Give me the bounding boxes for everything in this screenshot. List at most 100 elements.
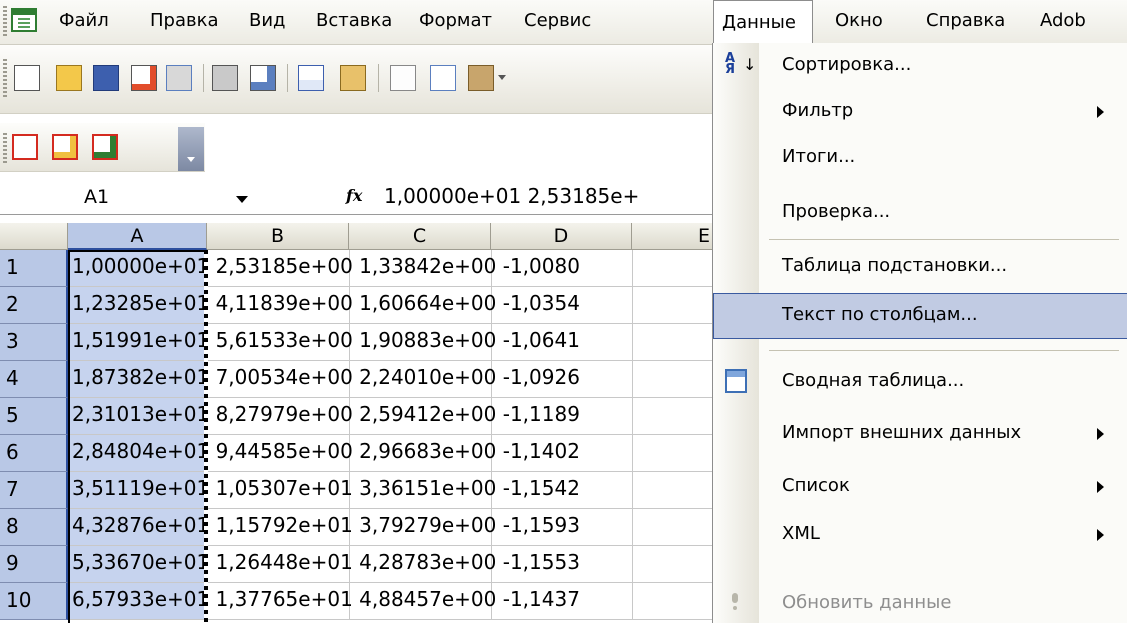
menu-item-subtotals[interactable]: Итоги... <box>713 135 1127 181</box>
copy-icon[interactable] <box>430 65 456 91</box>
spelling-icon[interactable] <box>298 65 324 91</box>
print-icon[interactable] <box>212 65 238 91</box>
submenu-arrow-icon <box>1097 529 1104 541</box>
toolbar-options-arrow-icon <box>187 157 195 162</box>
toolbar-separator <box>378 64 379 92</box>
menu-item-label: Фильтр <box>782 100 854 121</box>
menu-item-refresh-data[interactable]: Обновить данные <box>713 581 1127 627</box>
convert-and-review-pdf-icon[interactable] <box>92 134 118 160</box>
research-icon[interactable] <box>340 65 366 91</box>
table-row: 5,33670e+01 1,26448e+01 4,28783e+00 -1,1… <box>68 546 713 583</box>
row-cells-text[interactable]: 6,57933e+01 1,37765e+01 4,88457e+00 -1,1… <box>72 587 580 611</box>
row-header[interactable]: 2 <box>0 287 68 324</box>
menu-separator <box>769 350 1119 351</box>
table-row: 3,51119e+01 1,05307e+01 3,36151e+00 -1,1… <box>68 472 713 509</box>
name-box[interactable]: A1 <box>0 182 196 212</box>
open-folder-icon[interactable] <box>56 65 82 91</box>
menu-tools[interactable]: Сервис <box>524 10 591 31</box>
copy-marquee <box>204 250 208 623</box>
paste-dropdown-arrow-icon[interactable] <box>498 75 506 80</box>
toolbar-grip[interactable] <box>3 59 7 99</box>
row-cells-text[interactable]: 1,00000e+01 2,53185e+00 1,33842e+00 -1,0… <box>72 254 580 278</box>
column-header-b[interactable]: B <box>207 223 349 250</box>
row-cells-text[interactable]: 2,84804e+01 9,44585e+00 2,96683e+00 -1,1… <box>72 439 580 463</box>
insert-function-icon[interactable]: fx <box>346 186 362 205</box>
menu-adobe-pdf[interactable]: Adob <box>1040 10 1086 31</box>
menu-help[interactable]: Справка <box>926 10 1005 31</box>
row-header[interactable]: 8 <box>0 509 68 546</box>
toolbar-separator <box>203 64 204 92</box>
menu-item-data-table[interactable]: Таблица подстановки... <box>713 244 1127 290</box>
menubar-grip[interactable] <box>3 6 7 36</box>
row-header[interactable]: 6 <box>0 435 68 472</box>
menu-item-label: Итоги... <box>782 146 856 167</box>
menu-item-list[interactable]: Список <box>713 464 1127 510</box>
menu-item-pivot-table[interactable]: Сводная таблица... <box>713 359 1127 405</box>
new-document-icon[interactable] <box>14 65 40 91</box>
save-icon[interactable] <box>93 65 119 91</box>
menu-window[interactable]: Окно <box>835 10 883 31</box>
row-header[interactable]: 5 <box>0 398 68 435</box>
excel-workbook-icon[interactable] <box>11 8 37 32</box>
menu-item-sort[interactable]: АЯ ↓ Сортировка... <box>713 43 1127 89</box>
permission-icon[interactable] <box>131 65 157 91</box>
formula-bar: A1 fx 1,00000e+01 2,53185e+ <box>0 180 713 215</box>
print-preview-icon[interactable] <box>250 65 276 91</box>
menu-format[interactable]: Формат <box>419 10 492 31</box>
row-cells-text[interactable]: 2,31013e+01 8,27979e+00 2,59412e+00 -1,1… <box>72 402 580 426</box>
table-row: 1,00000e+01 2,53185e+00 1,33842e+00 -1,0… <box>68 250 713 287</box>
table-row: 6,57933e+01 1,37765e+01 4,88457e+00 -1,1… <box>68 583 713 620</box>
row-cells-text[interactable]: 1,23285e+01 4,11839e+00 1,60664e+00 -1,0… <box>72 291 580 315</box>
toolbar-options-button[interactable] <box>178 127 204 171</box>
menu-item-import-external-data[interactable]: Импорт внешних данных <box>713 411 1127 457</box>
menu-item-label: Таблица подстановки... <box>782 255 1008 276</box>
menu-item-filter[interactable]: Фильтр <box>713 89 1127 135</box>
menu-item-label: Сортировка... <box>782 54 912 75</box>
menu-item-xml[interactable]: XML <box>713 512 1127 558</box>
row-header[interactable]: 10 <box>0 583 68 620</box>
convert-and-email-pdf-icon[interactable] <box>52 134 78 160</box>
submenu-arrow-icon <box>1097 428 1104 440</box>
row-cells-text[interactable]: 4,32876e+01 1,15792e+01 3,79279e+00 -1,1… <box>72 513 580 537</box>
paste-icon[interactable] <box>468 65 494 91</box>
row-cells-text[interactable]: 5,33670e+01 1,26448e+01 4,28783e+00 -1,1… <box>72 550 580 574</box>
name-box-dropdown-icon[interactable] <box>236 196 248 203</box>
select-all-corner[interactable] <box>0 223 68 250</box>
pdf-toolbar-grip[interactable] <box>3 133 7 163</box>
row-header[interactable]: 1 <box>0 250 68 287</box>
menu-item-text-to-columns[interactable]: Текст по столбцам... <box>713 293 1127 339</box>
sort-arrow-icon: ↓ <box>743 55 757 74</box>
column-header-d[interactable]: D <box>491 223 632 250</box>
row-header[interactable]: 9 <box>0 546 68 583</box>
cut-icon[interactable] <box>390 65 416 91</box>
column-header-e[interactable]: E <box>632 223 713 250</box>
table-row: 4,32876e+01 1,15792e+01 3,79279e+00 -1,1… <box>68 509 713 546</box>
row-cells-text[interactable]: 1,51991e+01 5,61533e+00 1,90883e+00 -1,0… <box>72 328 580 352</box>
table-row: 1,23285e+01 4,11839e+00 1,60664e+00 -1,0… <box>68 287 713 324</box>
menu-view[interactable]: Вид <box>249 10 286 31</box>
table-row: 2,84804e+01 9,44585e+00 2,96683e+00 -1,1… <box>68 435 713 472</box>
row-cells-text[interactable]: 3,51119e+01 1,05307e+01 3,36151e+00 -1,1… <box>72 476 580 500</box>
menu-item-validation[interactable]: Проверка... <box>713 190 1127 236</box>
submenu-arrow-icon <box>1097 106 1104 118</box>
row-header[interactable]: 4 <box>0 361 68 398</box>
table-row: 1,51991e+01 5,61533e+00 1,90883e+00 -1,0… <box>68 324 713 361</box>
column-header-c[interactable]: C <box>349 223 491 250</box>
submenu-arrow-icon <box>1097 481 1104 493</box>
menu-edit[interactable]: Правка <box>150 10 219 31</box>
toolbar-separator <box>287 64 288 92</box>
data-menu-dropdown: АЯ ↓ Сортировка... Фильтр Итоги... Прове… <box>712 43 1127 623</box>
convert-to-pdf-icon[interactable] <box>12 134 38 160</box>
formula-input[interactable]: 1,00000e+01 2,53185e+ <box>384 184 639 208</box>
menu-data[interactable]: Данные <box>713 0 813 45</box>
row-header[interactable]: 7 <box>0 472 68 509</box>
row-header[interactable]: 3 <box>0 324 68 361</box>
column-header-a[interactable]: A <box>68 223 207 250</box>
menu-item-label: Обновить данные <box>782 592 952 613</box>
row-cells-text[interactable]: 1,87382e+01 7,00534e+00 2,24010e+00 -1,0… <box>72 365 580 389</box>
menu-item-label: Сводная таблица... <box>782 370 965 391</box>
menu-file[interactable]: Файл <box>59 10 109 31</box>
menu-insert[interactable]: Вставка <box>316 10 392 31</box>
email-icon[interactable] <box>166 65 192 91</box>
name-box-value: A1 <box>84 186 110 208</box>
